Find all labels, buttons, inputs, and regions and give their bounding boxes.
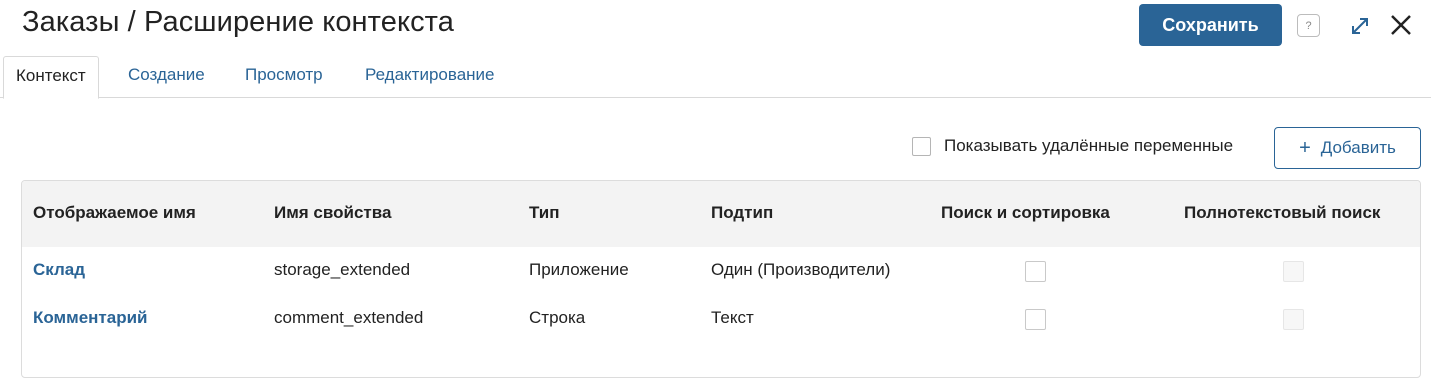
row-subtype: Один (Производители) (711, 260, 891, 279)
table-header: Отображаемое имя Имя свойства Тип Подтип… (22, 181, 1420, 247)
page-header: Заказы / Расширение контекста Сохранить … (0, 0, 1431, 52)
row-property-name: storage_extended (274, 260, 411, 279)
fulltext-checkbox (1283, 309, 1304, 330)
show-deleted-checkbox[interactable] (912, 137, 931, 156)
column-header-subtype: Подтип (711, 203, 774, 222)
tab-view[interactable]: Просмотр (233, 56, 335, 99)
help-icon: ? (1305, 19, 1312, 32)
row-display-name-link[interactable]: Склад (33, 260, 85, 280)
row-type: Строка (529, 308, 586, 327)
variables-table: Отображаемое имя Имя свойства Тип Подтип… (21, 180, 1421, 378)
search-sort-checkbox[interactable] (1025, 309, 1046, 330)
search-sort-checkbox[interactable] (1025, 261, 1046, 282)
tab-bar: Контекст Создание Просмотр Редактировани… (0, 52, 1431, 99)
show-deleted-label[interactable]: Показывать удалённые переменные (944, 136, 1233, 156)
close-button[interactable] (1387, 11, 1415, 39)
row-display-name-link[interactable]: Комментарий (33, 308, 147, 328)
row-property-name: comment_extended (274, 308, 424, 327)
expand-icon (1352, 18, 1368, 34)
save-button[interactable]: Сохранить (1139, 4, 1282, 46)
help-button[interactable]: ? (1297, 14, 1320, 37)
plus-icon: + (1299, 137, 1311, 159)
close-icon (1391, 15, 1411, 35)
column-header-display-name: Отображаемое имя (33, 203, 196, 222)
table-row: Комментарий comment_extended Строка Текс… (22, 295, 1420, 343)
column-header-property-name: Имя свойства (274, 203, 392, 222)
row-type: Приложение (529, 260, 629, 279)
column-header-fulltext: Полнотекстовый поиск (1184, 203, 1381, 222)
table-row: Склад storage_extended Приложение Один (… (22, 247, 1420, 295)
tab-edit[interactable]: Редактирование (353, 56, 507, 99)
column-header-type: Тип (529, 203, 560, 222)
row-subtype: Текст (711, 308, 754, 327)
tab-context[interactable]: Контекст (3, 56, 99, 99)
fulltext-checkbox (1283, 261, 1304, 282)
add-button-label: Добавить (1320, 138, 1396, 157)
expand-button[interactable] (1347, 14, 1373, 38)
add-button[interactable]: + Добавить (1274, 127, 1421, 169)
tab-create[interactable]: Создание (116, 56, 217, 99)
page-title: Заказы / Расширение контекста (22, 6, 454, 38)
column-header-search-sort: Поиск и сортировка (941, 203, 1110, 222)
